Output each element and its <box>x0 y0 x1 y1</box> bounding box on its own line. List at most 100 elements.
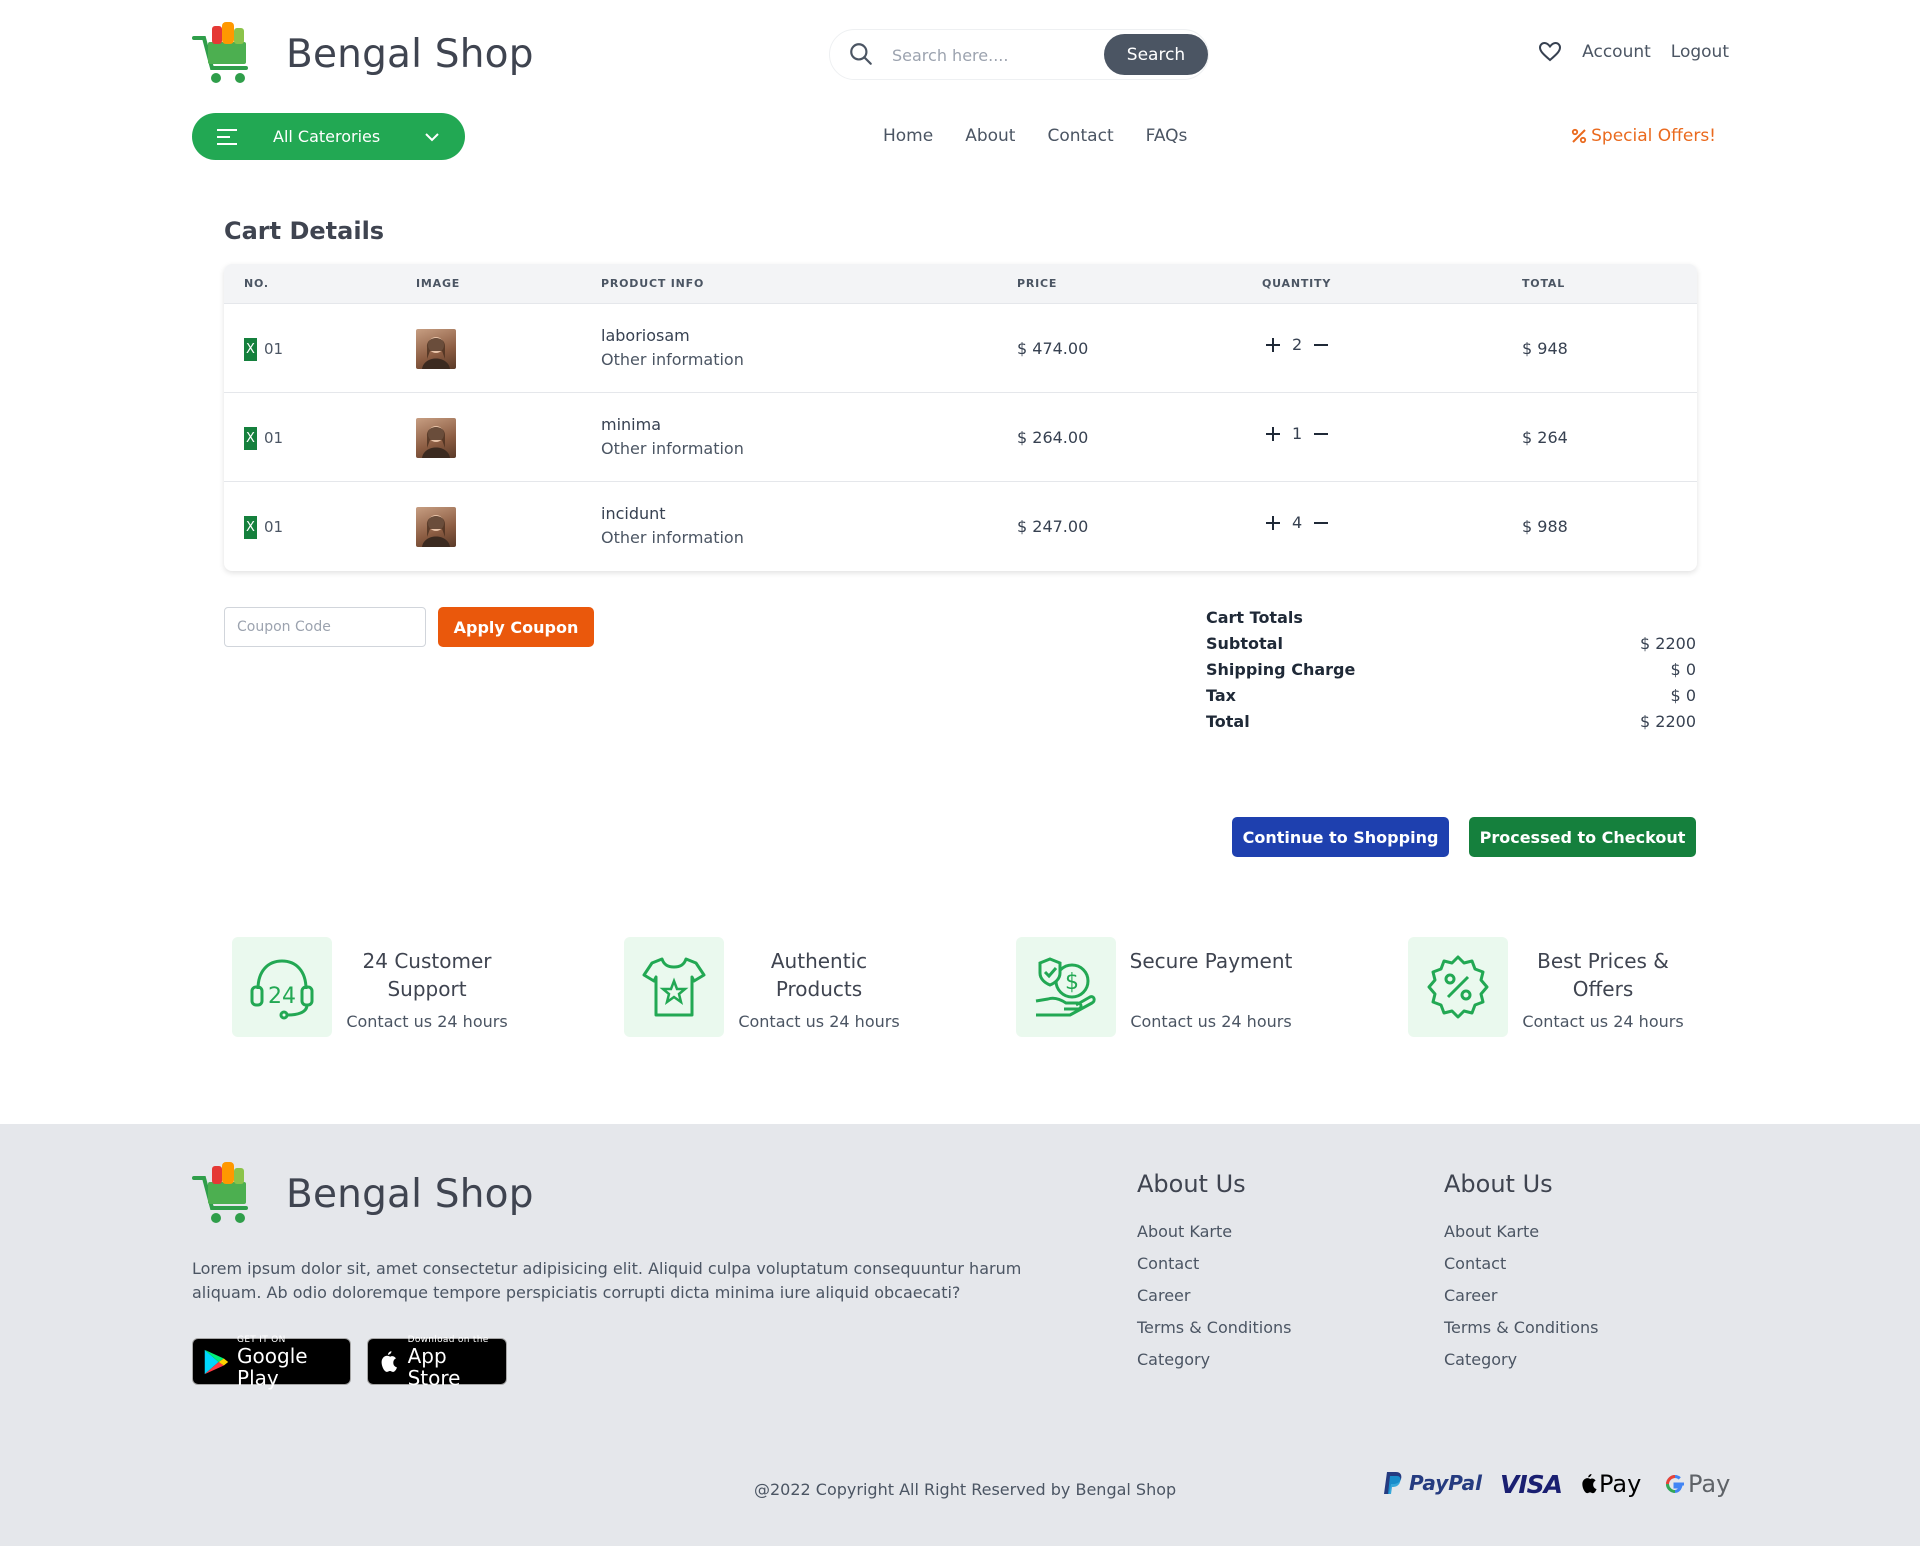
product-price: $ 247.00 <box>1017 517 1089 536</box>
product-image <box>416 329 456 369</box>
nav-faqs[interactable]: FAQs <box>1146 126 1188 146</box>
footer-link-career[interactable]: Career <box>1444 1286 1598 1318</box>
search-icon <box>850 43 872 65</box>
remove-item-button[interactable]: X <box>244 338 257 361</box>
app-store-badge[interactable]: Download on the App Store <box>367 1335 507 1389</box>
cart-totals-heading: Cart Totals <box>1206 608 1303 627</box>
plus-icon[interactable] <box>1264 514 1282 532</box>
visa-text: VISA <box>1500 1470 1563 1499</box>
percent-badge-icon <box>1427 955 1489 1019</box>
coupon-code-input[interactable] <box>224 607 426 647</box>
footer-link-category[interactable]: Category <box>1444 1350 1598 1382</box>
col-product-info: PRODUCT INFO <box>601 277 705 290</box>
nav-contact[interactable]: Contact <box>1047 126 1113 146</box>
subtotal-label: Subtotal <box>1206 634 1283 653</box>
plus-icon[interactable] <box>1264 336 1282 354</box>
table-row: X 01 incidunt Other information $ 247.00… <box>224 482 1697 571</box>
google-play-badge[interactable]: GET IT ON Google Play <box>192 1334 351 1389</box>
paypal-text: PayPal <box>1409 1471 1483 1495</box>
all-categories-button[interactable]: All Caterories <box>192 113 465 160</box>
feature-customer-support: 24 24 Customer Support Contact us 24 hou… <box>232 937 562 1037</box>
account-link[interactable]: Account <box>1582 42 1651 62</box>
col-quantity: QUANTITY <box>1262 277 1332 290</box>
secure-payment-hand-icon: $ <box>1035 957 1096 1017</box>
visa-logo: VISA <box>1500 1470 1563 1499</box>
checkout-button[interactable]: Processed to Checkout <box>1469 817 1696 857</box>
product-info: Other information <box>601 528 744 547</box>
product-image <box>416 507 456 547</box>
subtotal-value: $ 2200 <box>1640 634 1696 653</box>
plus-icon[interactable] <box>1264 425 1282 443</box>
account-links: Account Logout <box>1538 40 1729 64</box>
minus-icon[interactable] <box>1312 425 1330 443</box>
svg-text:$: $ <box>1065 970 1079 995</box>
special-offers-label: Special Offers! <box>1591 126 1716 146</box>
apple-icon <box>381 1350 397 1372</box>
col-total: TOTAL <box>1522 277 1566 290</box>
search-bar: Search <box>829 29 1209 80</box>
total-value: $ 2200 <box>1640 712 1696 731</box>
remove-item-button[interactable]: X <box>244 427 257 450</box>
item-number: 01 <box>264 429 284 447</box>
google-play-icon <box>204 1349 229 1374</box>
feature-subtitle: Contact us 24 hours <box>346 1012 508 1031</box>
logo[interactable]: Bengal Shop <box>192 20 534 88</box>
chevron-down-icon <box>425 132 439 141</box>
nav-home[interactable]: Home <box>883 126 933 146</box>
footer-link-about-karte[interactable]: About Karte <box>1444 1222 1598 1254</box>
footer-link-terms[interactable]: Terms & Conditions <box>1137 1318 1291 1350</box>
feature-subtitle: Contact us 24 hours <box>1130 1012 1292 1031</box>
feature-title: Secure Payment <box>1129 949 1293 973</box>
feature-title: Authentic Products <box>770 949 868 1001</box>
feature-subtitle: Contact us 24 hours <box>738 1012 900 1031</box>
feature-title: Best Prices & Offers <box>1537 949 1669 1001</box>
google-play-small-text: GET IT ON <box>237 1334 286 1345</box>
footer-column-title: About Us <box>1137 1170 1246 1198</box>
main-nav: Home About Contact FAQs <box>883 126 1187 146</box>
footer-link-career[interactable]: Career <box>1137 1286 1291 1318</box>
table-row: X 01 minima Other information $ 264.00 1… <box>224 393 1697 482</box>
all-categories-label: All Caterories <box>273 127 381 146</box>
footer-link-category[interactable]: Category <box>1137 1350 1291 1382</box>
app-store-big-text: App Store <box>407 1343 461 1390</box>
logout-link[interactable]: Logout <box>1671 42 1729 62</box>
tax-label: Tax <box>1206 686 1236 705</box>
product-name: laboriosam <box>601 326 690 345</box>
apply-coupon-button[interactable]: Apply Coupon <box>438 607 594 647</box>
search-input[interactable] <box>892 42 1102 68</box>
product-info: Other information <box>601 350 744 369</box>
headset-24-icon: 24 <box>250 959 314 1020</box>
cart-title: Cart Details <box>224 217 385 245</box>
google-pay-text: Pay <box>1688 1470 1731 1498</box>
brand-name: Bengal Shop <box>286 31 534 77</box>
feature-best-prices: Best Prices & Offers Contact us 24 hours <box>1408 937 1738 1037</box>
footer-link-contact[interactable]: Contact <box>1137 1254 1291 1286</box>
search-button[interactable]: Search <box>1104 34 1208 75</box>
footer-brand-name: Bengal Shop <box>286 1171 534 1217</box>
feature-authentic-products: Authentic Products Contact us 24 hours <box>624 937 954 1037</box>
footer-link-about-karte[interactable]: About Karte <box>1137 1222 1291 1254</box>
footer-logo[interactable]: Bengal Shop <box>192 1160 534 1228</box>
continue-shopping-button[interactable]: Continue to Shopping <box>1232 817 1449 857</box>
tax-value: $ 0 <box>1670 686 1696 705</box>
copyright-text: @2022 Copyright All Right Reserved by Be… <box>754 1480 1177 1499</box>
nav-about[interactable]: About <box>965 126 1015 146</box>
footer-link-terms[interactable]: Terms & Conditions <box>1444 1318 1598 1350</box>
feature-title: 24 Customer Support <box>362 949 492 1001</box>
quantity-stepper: 4 <box>1264 513 1330 532</box>
svg-text:24: 24 <box>268 984 296 1009</box>
quantity-value: 2 <box>1292 335 1303 354</box>
heart-icon[interactable] <box>1538 40 1562 64</box>
minus-icon[interactable] <box>1312 514 1330 532</box>
special-offers-link[interactable]: Special Offers! <box>1571 126 1716 146</box>
remove-item-button[interactable]: X <box>244 516 257 539</box>
tshirt-star-icon <box>642 957 706 1017</box>
footer-link-contact[interactable]: Contact <box>1444 1254 1598 1286</box>
quantity-value: 1 <box>1292 424 1303 443</box>
google-g-icon <box>1665 1474 1684 1494</box>
feature-secure-payment: $ Secure Payment Contact us 24 hours <box>1016 937 1346 1037</box>
minus-icon[interactable] <box>1312 336 1330 354</box>
item-number: 01 <box>264 518 284 536</box>
menu-icon <box>217 128 237 145</box>
item-number: 01 <box>264 340 284 358</box>
